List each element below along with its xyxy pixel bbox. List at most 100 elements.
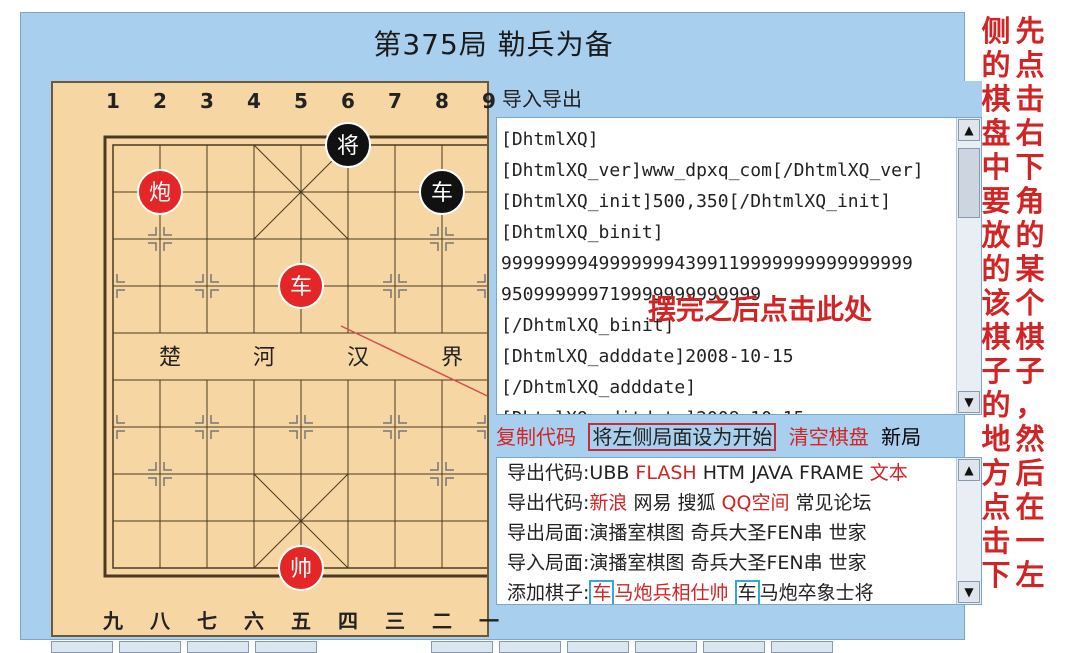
black-piece-button[interactable]: 车 [734, 580, 760, 604]
export-link[interactable]: 新浪 [589, 492, 633, 514]
scroll-down-icon[interactable]: ▼ [958, 391, 980, 413]
export-link[interactable]: 演播室棋图 [589, 522, 690, 544]
export-link[interactable]: 世家 [829, 552, 867, 574]
red-piece-button[interactable]: 仕 [690, 582, 709, 604]
instruction-char: 方 [981, 456, 1011, 490]
chess-board-panel[interactable]: 123456789 楚河汉界将车炮车帅 九八七六五四三二一 [51, 81, 499, 637]
red-piece-button[interactable]: 兵 [652, 582, 671, 604]
set-start-position-button[interactable]: 将左侧局面设为开始 [588, 423, 777, 451]
svg-text:车: 车 [290, 275, 312, 300]
toolbar-button[interactable] [255, 641, 317, 653]
instruction-char: 然 [1015, 422, 1045, 456]
import-export-panel: 导入导出 [DhtmlXQ] [DhtmlXQ_ver]www_dpxq_com… [496, 81, 984, 637]
annotation-click-here: 摆完之后点击此处 [648, 293, 873, 326]
black-piece-button[interactable]: 马 [760, 582, 779, 604]
black-piece-button[interactable]: 象 [817, 582, 836, 604]
black-piece-button[interactable]: 将 [855, 582, 874, 604]
red-piece[interactable]: 炮 [137, 169, 183, 215]
chess-board[interactable]: 楚河汉界将车炮车帅 [53, 83, 487, 635]
toolbar-button[interactable] [635, 641, 697, 653]
position-marker [430, 242, 439, 251]
river-text: 河 [253, 346, 275, 371]
position-marker [116, 430, 125, 439]
instruction-char: 要 [981, 184, 1011, 218]
red-piece-button[interactable]: 炮 [633, 582, 652, 604]
instruction-char: 中 [981, 150, 1011, 184]
black-piece[interactable]: 将 [325, 122, 371, 168]
export-link[interactable]: 演播室棋图 [589, 552, 690, 574]
export-link[interactable]: 搜狐 [678, 492, 722, 514]
export-link[interactable]: 网易 [633, 492, 677, 514]
export-link[interactable]: QQ空间 [722, 492, 796, 514]
code-content[interactable]: [DhtmlXQ] [DhtmlXQ_ver]www_dpxq_com[/Dht… [497, 118, 981, 414]
export-scroll-down-icon[interactable]: ▼ [958, 581, 980, 603]
file-number: 三 [385, 609, 405, 633]
position-marker [430, 462, 439, 471]
position-marker [398, 415, 407, 424]
toolbar-button[interactable] [51, 641, 113, 653]
red-piece[interactable]: 帅 [278, 545, 324, 591]
position-marker [430, 477, 439, 486]
toolbar-button[interactable] [567, 641, 629, 653]
instruction-char: 击 [981, 524, 1011, 558]
export-link[interactable]: JAVA [751, 462, 799, 484]
red-piece[interactable]: 车 [278, 263, 324, 309]
export-row: 导出代码:新浪 网易 搜狐 QQ空间 常见论坛 [497, 488, 981, 518]
export-scroll-up-icon[interactable]: ▲ [958, 459, 980, 481]
toolbar-button[interactable] [499, 641, 561, 653]
instruction-char: 盘 [981, 116, 1011, 150]
export-link[interactable]: 奇兵大圣FEN串 [690, 552, 828, 574]
instruction-char: 后 [1015, 456, 1045, 490]
black-piece-button[interactable]: 卒 [798, 582, 817, 604]
toolbar-button[interactable] [431, 641, 493, 653]
export-link[interactable]: 世家 [829, 522, 867, 544]
scroll-thumb[interactable] [958, 148, 980, 218]
toolbar-button[interactable] [703, 641, 765, 653]
file-number: 六 [244, 609, 264, 633]
export-row-label: 导出局面: [507, 522, 590, 544]
position-marker [398, 274, 407, 283]
code-scrollbar[interactable]: ▲ ▼ [956, 118, 981, 414]
export-row-label: 导入局面: [507, 552, 590, 574]
black-piece-button[interactable]: 炮 [779, 582, 798, 604]
code-textarea[interactable]: [DhtmlXQ] [DhtmlXQ_ver]www_dpxq_com[/Dht… [496, 117, 982, 415]
export-row-label: 导出代码: [507, 462, 590, 484]
position-marker [148, 242, 157, 251]
position-marker [445, 227, 454, 236]
export-link[interactable]: 文本 [870, 462, 908, 484]
toolbar-button[interactable] [771, 641, 833, 653]
export-link[interactable]: HTM [703, 462, 751, 484]
black-piece[interactable]: 车 [419, 169, 465, 215]
export-link[interactable]: FLASH [635, 462, 702, 484]
instruction-char: 点 [981, 490, 1011, 524]
red-piece-button[interactable]: 帅 [710, 582, 729, 604]
scroll-up-icon[interactable]: ▲ [958, 119, 980, 141]
river-text: 汉 [347, 346, 369, 371]
position-marker [445, 462, 454, 471]
toolbar-button[interactable] [187, 641, 249, 653]
toolbar-button[interactable] [119, 641, 181, 653]
red-piece-button[interactable]: 马 [614, 582, 633, 604]
position-marker [210, 415, 219, 424]
position-marker [148, 477, 157, 486]
export-scrollbar[interactable]: ▲ ▼ [956, 458, 981, 604]
position-marker [116, 415, 125, 424]
position-marker [116, 289, 125, 298]
new-game-button[interactable]: 新局 [881, 425, 921, 449]
copy-code-button[interactable]: 复制代码 [496, 425, 576, 449]
clear-board-button[interactable]: 清空棋盘 [789, 425, 869, 449]
file-number: 七 [197, 609, 217, 633]
red-piece-button[interactable]: 相 [671, 582, 690, 604]
export-link[interactable]: 常见论坛 [796, 492, 872, 514]
export-link[interactable]: 奇兵大圣FEN串 [690, 522, 828, 544]
file-number: 五 [291, 609, 311, 633]
position-marker [148, 227, 157, 236]
export-link[interactable]: UBB [589, 462, 635, 484]
red-piece-button[interactable]: 车 [589, 580, 615, 604]
position-marker [163, 477, 172, 486]
export-link[interactable]: FRAME [799, 462, 870, 484]
svg-text:炮: 炮 [149, 181, 171, 206]
file-number: 二 [432, 609, 452, 633]
instruction-char: 棋 [1015, 320, 1045, 354]
black-piece-button[interactable]: 士 [836, 582, 855, 604]
